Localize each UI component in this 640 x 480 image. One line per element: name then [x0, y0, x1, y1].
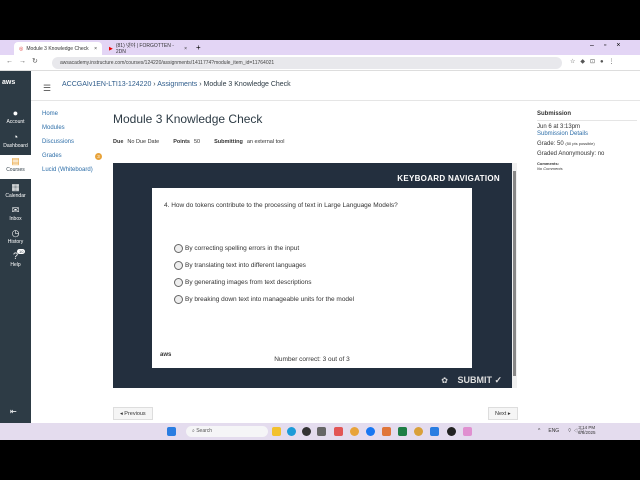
divider: [31, 100, 640, 101]
answer-option[interactable]: By generating images from text descripti…: [174, 278, 311, 287]
courses-icon: ▤: [11, 156, 20, 166]
answer-option[interactable]: By breaking down text into manageable un…: [174, 295, 354, 304]
breadcrumb: ACCGAIv1EN-LTI13-124220 › Assignments › …: [62, 81, 291, 88]
history-icon: ◷: [11, 228, 20, 238]
facebook-icon[interactable]: [366, 427, 375, 436]
youtube-icon: ▶: [109, 45, 113, 52]
radio-button[interactable]: [174, 295, 183, 304]
global-nav: aws ● Account ◔ Dashboard ▤ Courses ▦ Calend…: [0, 71, 31, 423]
page-title: Module 3 Knowledge Check: [113, 112, 263, 126]
assignment-details: Due No Due Date Points 50 Submitting an exter…: [113, 139, 285, 145]
chrome-icon[interactable]: [414, 427, 423, 436]
external-tool-frame: KEYBOARD NAVIGATION 4. How do tokens con…: [113, 163, 512, 388]
tab-youtube[interactable]: ▶ (81) 넷야 | FORGOTTEN - 2DN ×: [104, 42, 192, 55]
edge-icon[interactable]: [287, 427, 296, 436]
app-icon[interactable]: [382, 427, 391, 436]
answer-option[interactable]: By correcting spelling errors in the inp…: [174, 244, 299, 253]
chrome-icon[interactable]: [350, 427, 359, 436]
windows-start-icon[interactable]: [167, 427, 176, 436]
app-icon[interactable]: [302, 427, 311, 436]
taskbar-search[interactable]: ⌕ Search: [186, 426, 268, 437]
tab-bar: ◎ Module 3 Knowledge Check × ▶ (81) 넷야 | FO…: [0, 40, 640, 55]
canvas-icon: ◎: [19, 45, 24, 52]
canvas-page: aws ● Account ◔ Dashboard ▤ Courses ▦ Calend…: [0, 71, 640, 423]
url-input[interactable]: awsacademy.instructure.com/courses/12422…: [52, 57, 562, 69]
calendar-icon: ▦: [11, 182, 20, 192]
collapse-nav-icon[interactable]: ⇤: [10, 407, 17, 416]
course-nav-modules[interactable]: Modules: [42, 125, 65, 131]
inbox-icon: ✉: [11, 205, 20, 215]
radio-button[interactable]: [174, 244, 183, 253]
nav-history[interactable]: ◷ History: [0, 227, 31, 249]
help-icon: ?: [12, 251, 18, 261]
submission-details-link[interactable]: Submission Details: [537, 131, 637, 137]
course-nav-home[interactable]: Home: [42, 111, 58, 117]
extension-icons[interactable]: ☆◆⊡●⋮: [570, 58, 620, 65]
breadcrumb-assignments[interactable]: Assignments: [157, 81, 197, 88]
question-text: 4. How do tokens contribute to the proce…: [164, 202, 398, 209]
new-tab-button[interactable]: +: [196, 43, 201, 52]
score-text: Number correct: 3 out of 3: [274, 356, 350, 363]
question-card: 4. How do tokens contribute to the proce…: [152, 188, 472, 368]
submission-sidebar: Submission Jun 6 at 3:13pm Submission De…: [537, 111, 637, 175]
nav-calendar[interactable]: ▦ Calendar: [0, 181, 31, 203]
address-bar-row: ←→↻ awsacademy.instructure.com/courses/1…: [0, 55, 640, 71]
file-explorer-icon[interactable]: [272, 427, 281, 436]
previous-button[interactable]: ◂ Previous: [113, 407, 153, 420]
course-nav-lucid[interactable]: Lucid (Whiteboard): [42, 167, 93, 173]
nav-help[interactable]: ? Help: [0, 250, 31, 272]
grades-badge: 3: [95, 153, 102, 160]
course-nav-grades[interactable]: Grades: [42, 153, 62, 159]
dashboard-icon: ◔: [12, 132, 19, 142]
scrollbar-thumb[interactable]: [513, 171, 516, 376]
nav-courses[interactable]: ▤ Courses: [0, 155, 31, 179]
answer-option[interactable]: By translating text into different langu…: [174, 261, 306, 270]
keyboard-navigation-button[interactable]: KEYBOARD NAVIGATION: [397, 174, 500, 183]
breadcrumb-course[interactable]: ACCGAIv1EN-LTI13-124220: [62, 81, 151, 88]
tab-module-3[interactable]: ◎ Module 3 Knowledge Check ×: [14, 42, 102, 55]
hamburger-icon[interactable]: ☰: [43, 83, 51, 94]
window-controls[interactable]: –▫×: [590, 42, 630, 49]
camera-icon[interactable]: [317, 427, 326, 436]
account-icon: ●: [12, 108, 19, 118]
nav-account[interactable]: ● Account: [0, 107, 31, 129]
nav-buttons[interactable]: ←→↻: [6, 57, 44, 65]
radio-button[interactable]: [174, 261, 183, 270]
close-icon[interactable]: ×: [94, 46, 97, 52]
app-icon[interactable]: [334, 427, 343, 436]
taskbar: ⌕ Search ^ ENG ⌔ ◁ ▭ 3:14 PM 6/6/2025: [0, 423, 640, 440]
excel-icon[interactable]: [398, 427, 407, 436]
next-button[interactable]: Next ▸: [488, 407, 518, 420]
app-icon[interactable]: [463, 427, 472, 436]
gear-icon[interactable]: ✿: [441, 376, 448, 385]
close-icon[interactable]: ×: [184, 46, 187, 52]
course-nav-discussions[interactable]: Discussions: [42, 139, 74, 145]
radio-button[interactable]: [174, 278, 183, 287]
nav-inbox[interactable]: ✉ Inbox: [0, 204, 31, 226]
app-icon[interactable]: [447, 427, 456, 436]
clock[interactable]: 3:14 PM 6/6/2025: [578, 425, 596, 435]
nav-dashboard[interactable]: ◔ Dashboard: [0, 131, 31, 153]
submit-button[interactable]: SUBMIT ✓: [457, 375, 502, 386]
aws-logo: aws: [2, 79, 16, 86]
help-badge: 10: [17, 249, 26, 254]
vscode-icon[interactable]: [430, 427, 439, 436]
